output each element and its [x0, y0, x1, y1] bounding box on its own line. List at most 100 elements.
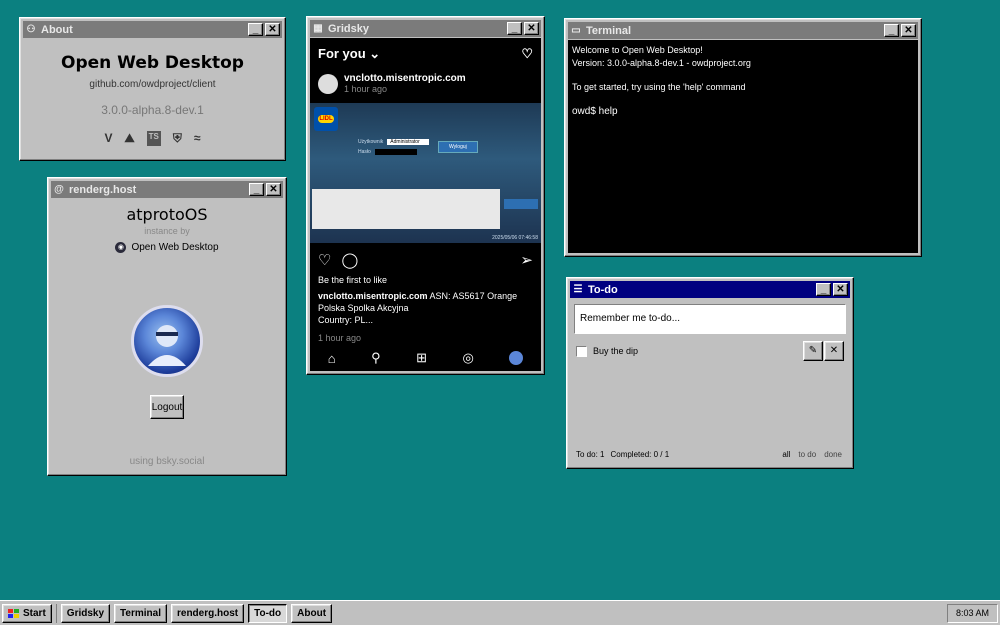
- task-gridsky[interactable]: Gridsky: [60, 603, 111, 623]
- instance-by-label: instance by: [144, 226, 190, 236]
- delete-icon[interactable]: ✕: [824, 341, 844, 361]
- tech-icons: V ⛰ TS ⛨ ≈: [23, 131, 282, 146]
- task-todo[interactable]: To-do: [248, 603, 288, 623]
- todo-footer: To do: 1 Completed: 0 / 1 all to do done: [576, 450, 842, 459]
- post-image[interactable]: LIDL Użytkownik Administrator Hasło Wylog…: [310, 103, 541, 243]
- completed-count: Completed: 0 / 1: [610, 450, 670, 459]
- todo-window-title: To-do: [588, 283, 618, 296]
- terminal-line: Welcome to Open Web Desktop!: [572, 45, 703, 55]
- terminal-line: To get started, try using the 'help' com…: [572, 82, 746, 92]
- comment-icon[interactable]: ◯: [341, 251, 358, 269]
- lidl-logo: LIDL: [314, 107, 338, 131]
- image-user-label: Użytkownik: [358, 139, 384, 145]
- nuxt-icon: ⛰: [124, 131, 135, 145]
- terminal-line: Version: 3.0.0-alpha.8-dev.1 - owdprojec…: [572, 58, 751, 68]
- using-service: using bsky.social: [129, 456, 205, 467]
- task-terminal[interactable]: Terminal: [114, 603, 167, 623]
- gridsky-window[interactable]: ▦ Gridsky _ ✕ For you ⌄ ♡ vnclotto.misen…: [306, 16, 545, 375]
- post-username[interactable]: vnclotto.misentropic.com: [344, 73, 466, 84]
- terminal-output[interactable]: Welcome to Open Web Desktop! Version: 3.…: [568, 40, 918, 253]
- todo-titlebar[interactable]: ☰ To-do _ ✕: [570, 281, 850, 298]
- todo-count: To do: 1: [576, 450, 605, 459]
- minimize-button[interactable]: _: [249, 183, 264, 196]
- terminal-prompt[interactable]: owd$ help: [572, 105, 914, 118]
- instance-name: Open Web Desktop: [131, 242, 219, 253]
- profile-avatar-icon[interactable]: [509, 351, 524, 365]
- terminal-icon: ▭: [571, 25, 581, 36]
- filter-done[interactable]: done: [824, 450, 842, 459]
- person-icon: [148, 325, 186, 366]
- grid-icon: ▦: [313, 23, 323, 34]
- avatar: [131, 305, 203, 377]
- close-button[interactable]: ✕: [833, 283, 848, 296]
- filter-todo[interactable]: to do: [798, 450, 816, 459]
- todo-item-label: Buy the dip: [593, 346, 639, 356]
- close-button[interactable]: ✕: [901, 24, 916, 37]
- typescript-icon: TS: [146, 131, 161, 146]
- tailwind-icon: ≈: [193, 131, 201, 145]
- gridsky-window-title: Gridsky: [328, 22, 369, 35]
- minimize-button[interactable]: _: [248, 23, 263, 36]
- renderg-window[interactable]: @ renderg.host _ ✕ atprotoOS instance by…: [47, 177, 287, 476]
- app-name: atprotoOS: [126, 205, 208, 224]
- about-titlebar[interactable]: ⚇ About _ ✕: [23, 21, 282, 38]
- about-heading: Open Web Desktop: [61, 53, 244, 73]
- gridsky-titlebar[interactable]: ▦ Gridsky _ ✕: [310, 20, 541, 37]
- caption-username[interactable]: vnclotto.misentropic.com: [318, 291, 428, 301]
- like-icon[interactable]: ♡: [318, 251, 331, 269]
- search-icon[interactable]: ⚲: [371, 350, 381, 366]
- terminal-window[interactable]: ▭ Terminal _ ✕ Welcome to Open Web Deskt…: [564, 18, 922, 257]
- instance-badge: ◉ Open Web Desktop: [51, 242, 283, 253]
- likes-text: Be the first to like: [318, 275, 388, 285]
- minimize-button[interactable]: _: [816, 283, 831, 296]
- task-renderg[interactable]: renderg.host: [170, 603, 245, 623]
- about-version: 3.0.0-alpha.8-dev.1: [101, 103, 204, 117]
- bottom-nav: ⌂ ⚲ ⊞ ◎: [310, 345, 541, 371]
- about-repo-link[interactable]: github.com/owdproject/client: [23, 79, 282, 90]
- renderg-window-title: renderg.host: [69, 183, 137, 196]
- about-app-icon: ⚇: [26, 24, 36, 35]
- feed-selector[interactable]: For you ⌄: [318, 46, 380, 62]
- windows-logo-icon: [8, 608, 19, 618]
- close-button[interactable]: ✕: [266, 183, 281, 196]
- shield-icon: ⛨: [172, 131, 182, 145]
- renderg-titlebar[interactable]: @ renderg.host _ ✕: [51, 181, 283, 198]
- close-button[interactable]: ✕: [524, 22, 539, 35]
- post-caption: vnclotto.misentropic.com ASN: AS5617 Ora…: [310, 287, 541, 329]
- heart-icon[interactable]: ♡: [521, 46, 533, 62]
- home-icon[interactable]: ⌂: [328, 351, 336, 366]
- image-password-label: Hasło: [358, 149, 371, 155]
- minimize-button[interactable]: _: [507, 22, 522, 35]
- todo-item[interactable]: Buy the dip ✎ ✕: [570, 339, 850, 363]
- filter-all[interactable]: all: [782, 450, 790, 459]
- taskbar: Start Gridsky Terminal renderg.host To-d…: [0, 600, 1000, 625]
- post-time: 1 hour ago: [344, 84, 388, 94]
- image-select: Administrator: [387, 139, 430, 145]
- image-button: Wyloguj: [438, 141, 478, 153]
- terminal-titlebar[interactable]: ▭ Terminal _ ✕: [568, 22, 918, 39]
- list-icon: ☰: [573, 284, 583, 295]
- owd-logo-icon: ◉: [115, 242, 127, 253]
- todo-window[interactable]: ☰ To-do _ ✕ Remember me to-do... Buy the…: [566, 277, 854, 469]
- add-icon[interactable]: ⊞: [416, 350, 427, 366]
- todo-input[interactable]: Remember me to-do...: [574, 304, 846, 334]
- share-icon[interactable]: ➢: [520, 251, 533, 269]
- explore-icon[interactable]: ◎: [462, 350, 473, 366]
- edit-icon[interactable]: ✎: [803, 341, 823, 361]
- terminal-window-title: Terminal: [586, 24, 632, 37]
- task-about[interactable]: About: [291, 603, 333, 623]
- caption-country: Country: PL...: [318, 315, 374, 325]
- about-window[interactable]: ⚇ About _ ✕ Open Web Desktop github.com/…: [19, 17, 286, 161]
- clock: 8:03 AM: [946, 603, 998, 623]
- start-button[interactable]: Start: [2, 603, 52, 623]
- close-button[interactable]: ✕: [265, 23, 280, 36]
- about-window-title: About: [41, 23, 73, 36]
- minimize-button[interactable]: _: [884, 24, 899, 37]
- todo-checkbox[interactable]: [576, 345, 587, 357]
- post-avatar[interactable]: [318, 73, 338, 94]
- vue-icon: V: [104, 131, 113, 145]
- image-timestamp: 2025/05/06 07:46:58: [492, 235, 538, 241]
- logout-button[interactable]: Logout: [150, 395, 184, 419]
